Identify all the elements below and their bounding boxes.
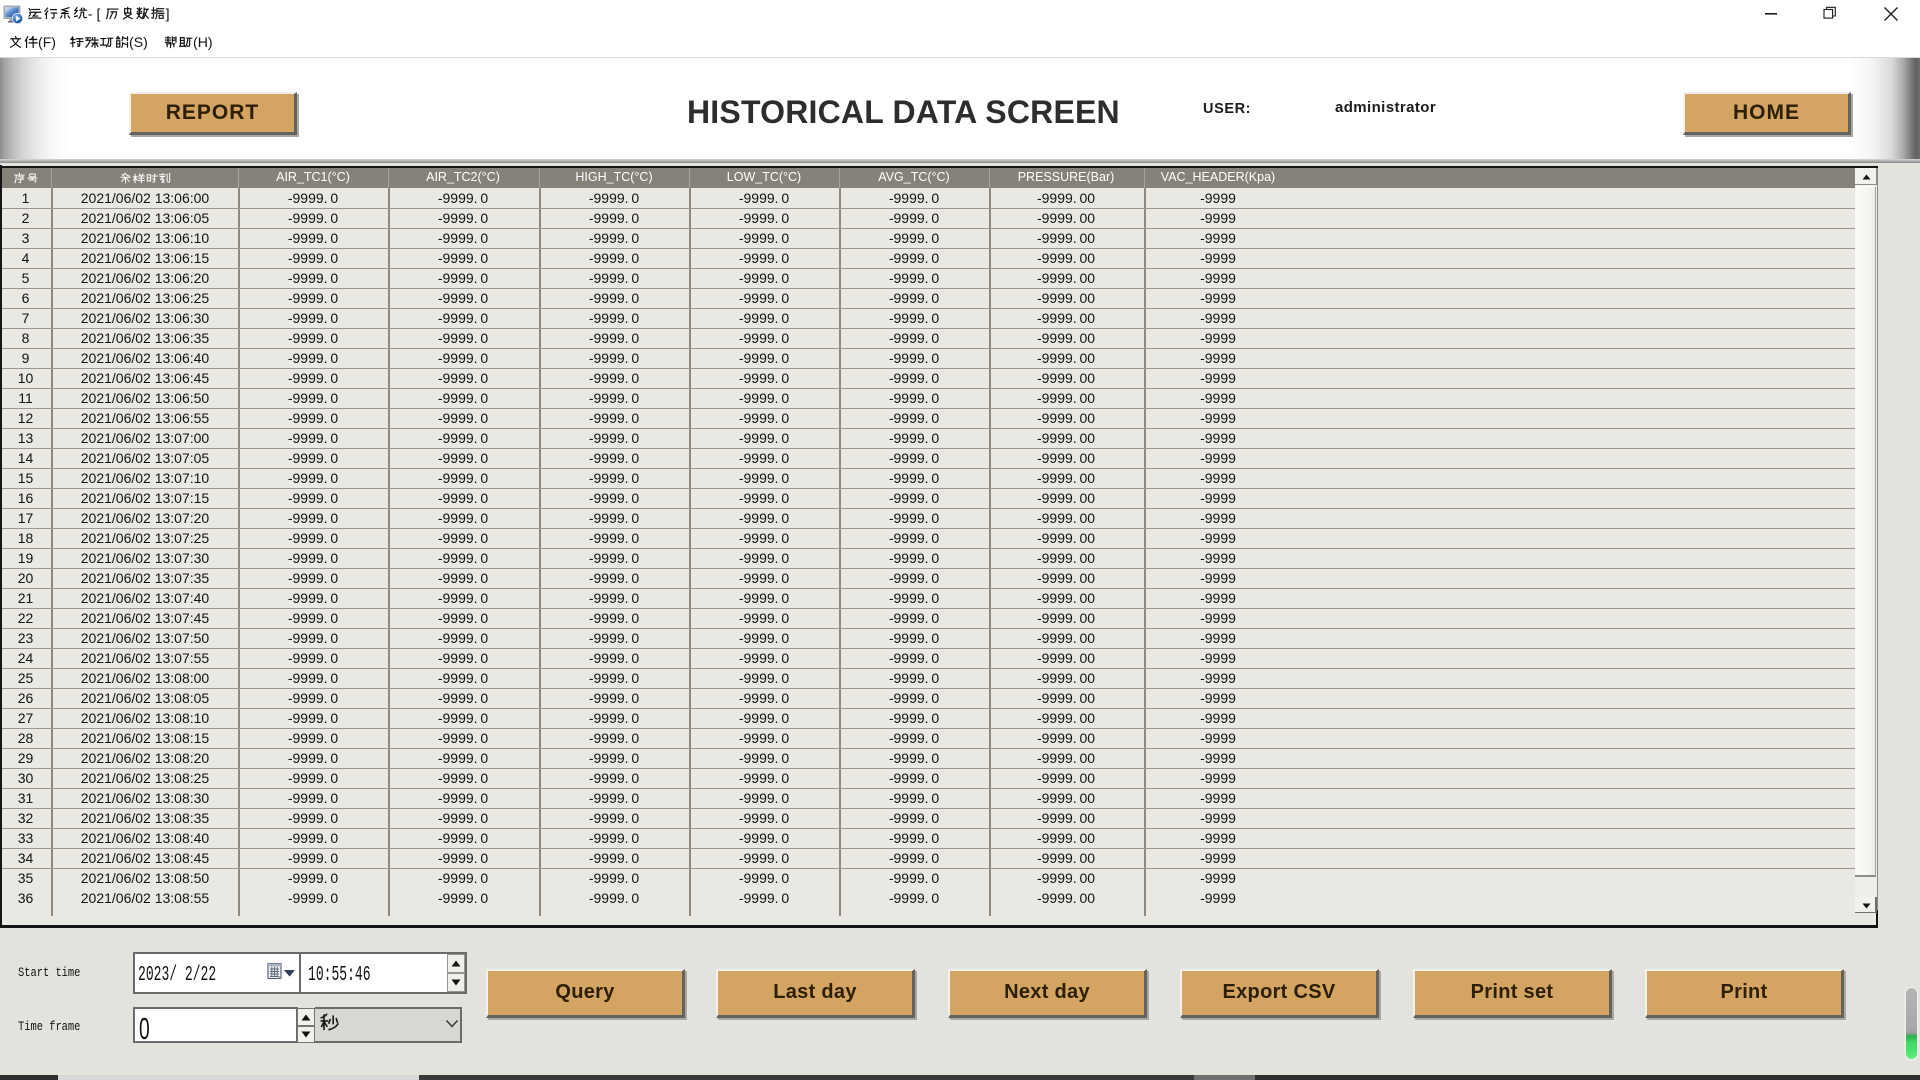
svg-text:- [: - [	[88, 6, 101, 22]
svg-text:(S): (S)	[129, 34, 148, 50]
svg-text:(F): (F)	[38, 34, 56, 50]
svg-text:]: ]	[166, 6, 170, 22]
svg-text:(H): (H)	[193, 34, 213, 50]
